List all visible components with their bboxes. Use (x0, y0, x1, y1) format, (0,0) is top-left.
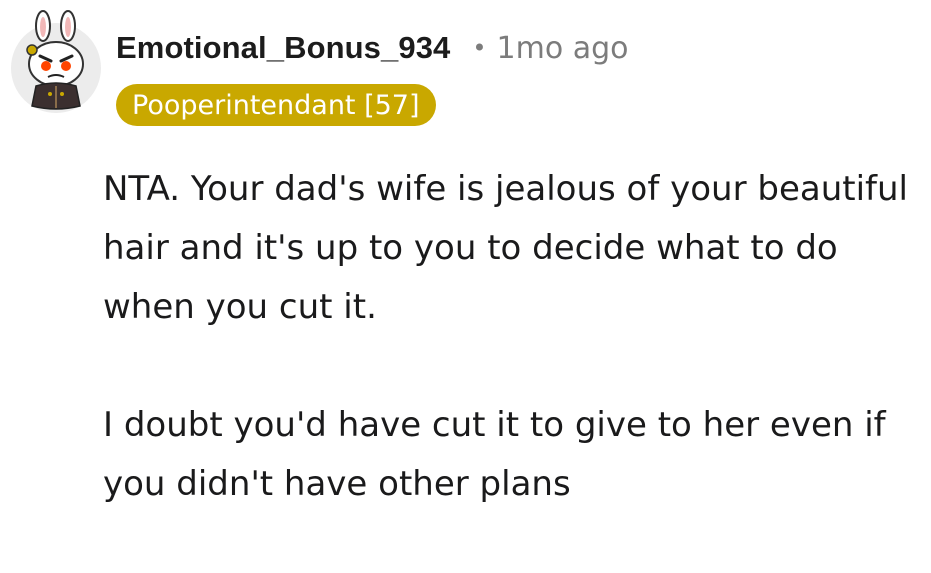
comment-timestamp[interactable]: 1mo ago (497, 31, 629, 66)
username-link[interactable]: Emotional_Bonus_934 (116, 30, 450, 66)
meta-separator: • (472, 34, 487, 62)
comment-paragraph: I doubt you'd have cut it to give to her… (103, 405, 886, 504)
user-flair-label: Pooperintendant [57] (132, 89, 420, 121)
comment-body: NTA. Your dad's wife is jealous of your … (103, 160, 923, 573)
comment-header: Emotional_Bonus_934 • 1mo ago (116, 30, 629, 66)
comment-paragraph: NTA. Your dad's wife is jealous of your … (103, 169, 908, 327)
user-flair-badge: Pooperintendant [57] (116, 84, 436, 126)
user-avatar[interactable] (10, 6, 102, 114)
snoo-avatar-icon (11, 10, 101, 113)
